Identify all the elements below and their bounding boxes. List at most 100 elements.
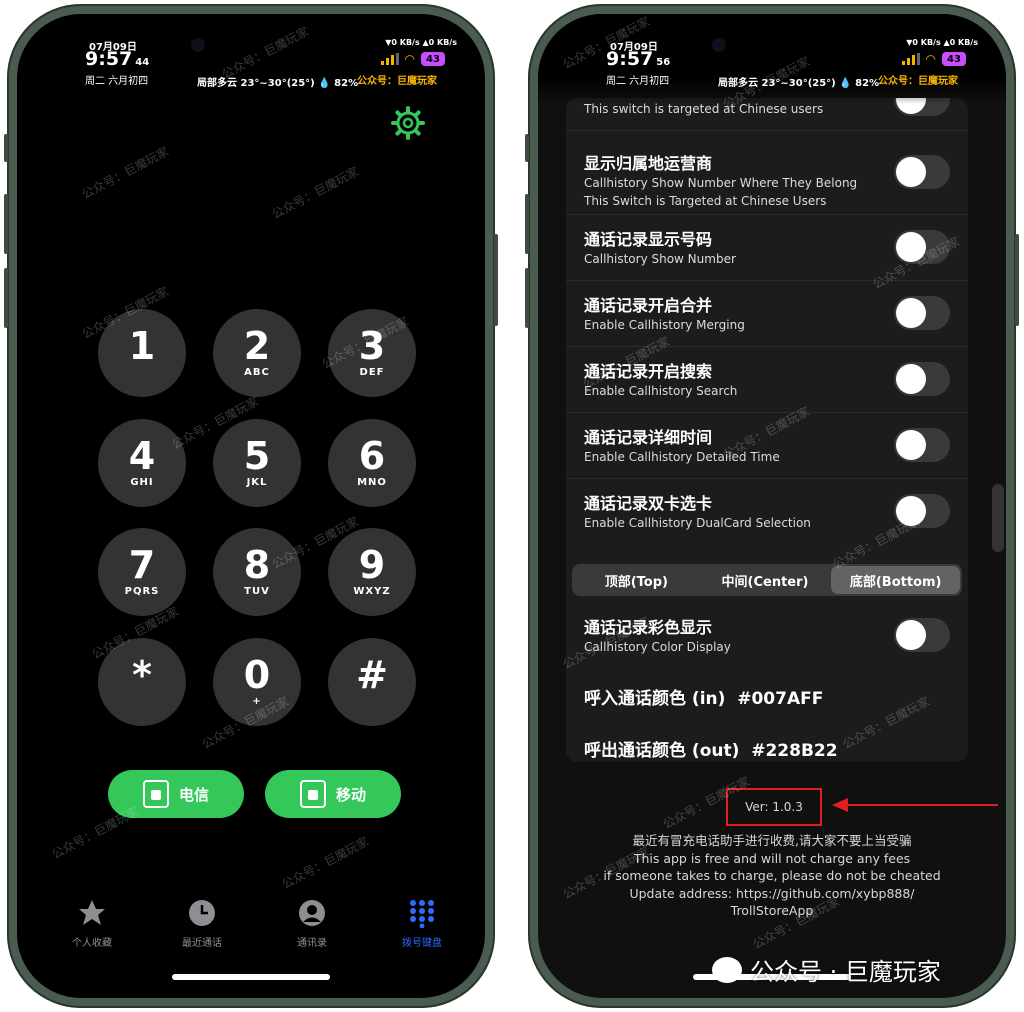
settings-row-carrier-location: 显示归属地运营商 Callhistory Show Number Where T… [566,130,968,215]
status-network-speed: ▼0 KB/s ▲0 KB/s [906,38,978,47]
tab-favorites[interactable]: 个人收藏 [47,898,137,949]
volume-down-button [525,268,529,328]
scroll-indicator[interactable] [992,484,1004,552]
toggle-switch[interactable] [894,428,950,462]
outgoing-color-label: 呼出通话颜色 (out) [584,741,740,761]
settings-row-show-number: 通话记录显示号码 Callhistory Show Number [566,214,968,281]
footer-line: This app is free and will not charge any… [633,850,911,866]
segment-bottom[interactable]: 底部(Bottom) [831,566,961,594]
row-title: 通话记录显示号码 [584,230,713,249]
keypad-icon [410,900,434,928]
settings-screen: This switch is targeted at Chinese users… [538,14,1006,998]
outgoing-color-row[interactable]: 呼出通话颜色 (out) #228B22 [584,736,838,761]
wifi-icon: ◠ [404,52,415,66]
tab-contacts[interactable]: 通讯录 [267,898,357,949]
signal-icon [901,53,920,65]
row-title: 通话记录双卡选卡 [584,494,713,513]
row-subtitle: Enable Callhistory DualCard Selection [584,516,811,530]
watermark: 公众号：巨魔玩家 [269,164,361,222]
tab-label: 个人收藏 [72,938,112,949]
status-account: 公众号：巨魔玩家 [878,76,958,87]
settings-row-merging: 通话记录开启合并 Enable Callhistory Merging [566,280,968,347]
call-sim1-button[interactable]: 电信 [108,770,244,818]
row-title: 通话记录详细时间 [584,428,713,447]
person-icon [299,900,325,926]
wechat-account-badge: 公众号 · 巨魔玩家 [712,952,941,987]
segment-center[interactable]: 中间(Center) [701,564,830,596]
battery-icon: 43 [421,52,445,66]
position-segmented-control: 顶部(Top) 中间(Center) 底部(Bottom) [572,564,962,596]
row-subtitle: Callhistory Color Display [584,640,731,654]
volume-down-button [4,268,8,328]
row-subtitle: Enable Callhistory Search [584,384,738,398]
key-star[interactable]: * [98,638,186,726]
tab-label: 最近通话 [182,938,222,949]
incoming-color-row[interactable]: 呼入通话颜色 (in) #007AFF [584,684,823,709]
key-8[interactable]: 8 TUV [213,528,301,616]
footer-line: Update address: https://github.com/xybp8… [629,885,915,901]
status-weather: 局部多云 23°~30°(25°) 💧 82% [718,78,880,89]
toggle-switch[interactable] [894,362,950,396]
key-2[interactable]: 2 ABC [213,309,301,397]
status-icons: ◠ 43 [901,52,966,66]
key-hash[interactable]: # [328,638,416,726]
footer-notice: 最近有冒充电话助手进行收费,请大家不要上当受骗 This app is free… [538,832,1006,920]
front-camera [193,40,203,50]
row-subtitle: Callhistory Show Number Where They Belon… [584,176,858,190]
row-subtitle: Enable Callhistory Detailed Time [584,450,780,464]
key-0[interactable]: 0 + [213,638,301,726]
sim-card-icon [142,780,169,808]
row-title: 通话记录开启搜索 [584,362,713,381]
star-icon [79,900,105,925]
tab-keypad[interactable]: 拨号键盘 [377,898,467,949]
row-title: 通话记录开启合并 [584,296,713,315]
tab-label: 拨号键盘 [402,938,442,949]
key-1[interactable]: 1 [98,309,186,397]
version-label: Ver: 1.0.3 [726,788,822,826]
power-button [1015,234,1019,326]
phone-right: This switch is targeted at Chinese users… [525,4,1019,1008]
key-4[interactable]: 4 GHI [98,419,186,507]
mute-switch [525,134,529,162]
key-3[interactable]: 3 DEF [328,309,416,397]
mute-switch [4,134,8,162]
row-subtitle: This switch is targeted at Chinese users [584,102,824,116]
toggle-switch[interactable] [894,494,950,528]
call-sim2-button[interactable]: 移动 [265,770,401,818]
settings-row-color-display: 通话记录彩色显示 Callhistory Color Display [566,602,968,668]
status-time: 9:57 56 [606,48,671,70]
toggle-switch[interactable] [894,155,950,189]
settings-row-detailed-time: 通话记录详细时间 Enable Callhistory Detailed Tim… [566,412,968,479]
wechat-icon [712,956,742,983]
row-subtitle: Callhistory Show Number [584,252,736,266]
key-9[interactable]: 9 WXYZ [328,528,416,616]
toggle-switch[interactable] [894,618,950,652]
outgoing-color-value: #228B22 [751,741,838,761]
tab-recents[interactable]: 最近通话 [157,898,247,949]
key-6[interactable]: 6 MNO [328,419,416,507]
row-subtitle: Enable Callhistory Merging [584,318,745,332]
row-subtitle: This Switch is Targeted at Chinese Users [584,194,827,208]
toggle-switch[interactable] [894,230,950,264]
watermark: 公众号：巨魔玩家 [79,144,171,202]
segment-top[interactable]: 顶部(Top) [572,564,701,596]
wifi-icon: ◠ [925,52,936,66]
volume-up-button [4,194,8,254]
status-weather: 局部多云 23°~30°(25°) 💧 82% [197,78,359,89]
key-5[interactable]: 5 JKL [213,419,301,507]
wechat-account-label: 公众号 · 巨魔玩家 [750,958,941,986]
status-network-speed: ▼0 KB/s ▲0 KB/s [385,38,457,47]
signal-icon [380,53,399,65]
sim2-label: 移动 [335,785,366,804]
volume-up-button [525,194,529,254]
watermark: 公众号：巨魔玩家 [279,834,371,892]
row-title: 通话记录彩色显示 [584,618,713,637]
gear-icon[interactable] [391,106,425,140]
key-7[interactable]: 7 PQRS [98,528,186,616]
front-camera [714,40,724,50]
row-title: 显示归属地运营商 [584,154,713,173]
footer-line: 最近有冒充电话助手进行收费,请大家不要上当受骗 [632,833,912,848]
toggle-switch[interactable] [894,296,950,330]
settings-row-search: 通话记录开启搜索 Enable Callhistory Search [566,346,968,413]
status-bar: 07月09日 9:57 44 周二 六月初四 ▼0 KB/s ▲0 KB/s ◠ … [17,14,485,94]
